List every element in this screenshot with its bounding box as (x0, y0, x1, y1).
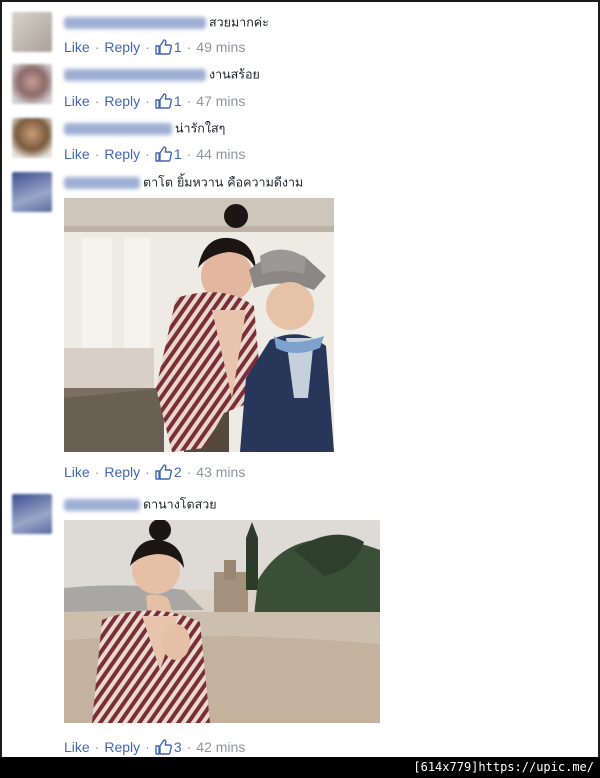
reply-link[interactable]: Reply (104, 739, 140, 755)
like-count[interactable]: 2 (174, 464, 182, 480)
author-name[interactable] (64, 68, 206, 81)
thumbs-up-icon[interactable] (155, 39, 172, 55)
photo-image (64, 520, 380, 723)
reply-link[interactable]: Reply (104, 464, 140, 480)
reply-link[interactable]: Reply (104, 93, 140, 109)
like-count[interactable]: 1 (174, 146, 182, 162)
timestamp[interactable]: 43 mins (196, 464, 245, 480)
like-count[interactable]: 1 (174, 93, 182, 109)
comment-text: สวยมากค่ะ (209, 14, 269, 30)
timestamp[interactable]: 49 mins (196, 39, 245, 55)
timestamp[interactable]: 47 mins (196, 93, 245, 109)
author-name[interactable] (64, 122, 172, 135)
watermark-text: [614x779]https://upic.me/ (413, 760, 594, 774)
like-link[interactable]: Like (64, 93, 90, 109)
like-link[interactable]: Like (64, 146, 90, 162)
like-count[interactable]: 3 (174, 739, 182, 755)
avatar[interactable] (12, 64, 52, 104)
comment-text: งานสร้อย (209, 66, 260, 82)
avatar[interactable] (12, 494, 52, 534)
comment-actions: Like · Reply · 2 · 43 mins (64, 464, 246, 480)
reply-link[interactable]: Reply (104, 146, 140, 162)
watermark-bar: [614x779]https://upic.me/ (0, 757, 600, 778)
avatar[interactable] (12, 12, 52, 52)
comment-actions: Like · Reply · 1 · 44 mins (64, 146, 246, 162)
comment-actions: Like · Reply · 1 · 49 mins (64, 39, 246, 55)
photo-image (64, 198, 334, 452)
author-name[interactable] (64, 176, 140, 189)
comment-thread: สวยมากค่ะ Like · Reply · 1 · 49 mins งานสร้อย … (0, 0, 600, 760)
comment-photo[interactable] (64, 198, 334, 452)
comment-actions: Like · Reply · 1 · 47 mins (64, 93, 246, 109)
comment-photo[interactable] (64, 520, 380, 723)
timestamp[interactable]: 42 mins (196, 739, 245, 755)
thumbs-up-icon[interactable] (155, 146, 172, 162)
like-link[interactable]: Like (64, 464, 90, 480)
thumbs-up-icon[interactable] (155, 93, 172, 109)
comment-text: ดานางโตสวย (143, 496, 217, 512)
like-count[interactable]: 1 (174, 39, 182, 55)
avatar[interactable] (12, 172, 52, 212)
comment-actions: Like · Reply · 3 · 42 mins (64, 739, 246, 755)
thumbs-up-icon[interactable] (155, 464, 172, 480)
comment-text: ตาโต ยิ้มหวาน คือความดีงาม (143, 174, 304, 190)
reply-link[interactable]: Reply (104, 39, 140, 55)
author-name[interactable] (64, 16, 206, 29)
thumbs-up-icon[interactable] (155, 739, 172, 755)
avatar[interactable] (12, 118, 52, 158)
like-link[interactable]: Like (64, 39, 90, 55)
comment-text: น่ารักใสๆ (175, 120, 226, 136)
timestamp[interactable]: 44 mins (196, 146, 245, 162)
author-name[interactable] (64, 498, 140, 511)
like-link[interactable]: Like (64, 739, 90, 755)
